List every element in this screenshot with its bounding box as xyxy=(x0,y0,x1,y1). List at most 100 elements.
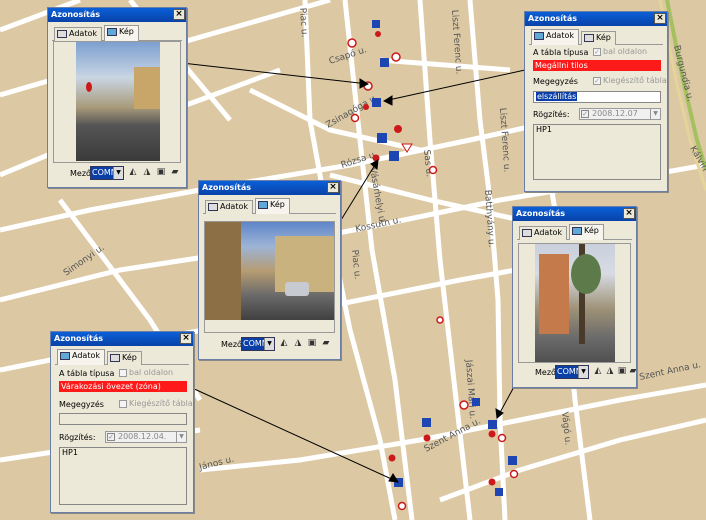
close-button[interactable]: × xyxy=(623,208,635,219)
left-side-checkbox[interactable]: ✓ bal oldalon xyxy=(593,47,647,56)
sign-prohibition-3[interactable] xyxy=(428,165,438,175)
tab-kep[interactable]: Kép xyxy=(569,224,604,240)
close-button[interactable]: × xyxy=(654,13,666,24)
tab-kep[interactable]: Kép xyxy=(107,351,142,365)
sign-parking-4[interactable] xyxy=(508,456,517,465)
tab-adatok[interactable]: Adatok xyxy=(531,29,579,45)
tab-label: Kép xyxy=(119,27,134,36)
sign-no-entry[interactable] xyxy=(394,125,402,133)
identification-window-data-2[interactable]: Azonosítás × Adatok Kép A tábla típusa b… xyxy=(50,331,194,513)
sign-stop[interactable] xyxy=(375,31,381,37)
folder-icon[interactable]: ▰ xyxy=(170,167,180,178)
sign-no-parking[interactable] xyxy=(391,52,401,62)
rotate-left-icon[interactable]: ◭ xyxy=(593,366,603,377)
tab-bar: Adatok Kép xyxy=(529,29,663,45)
sign-red-3[interactable] xyxy=(423,434,431,442)
supplementary-sign-checkbox[interactable]: Kiegészítő tábla xyxy=(119,399,193,408)
close-button[interactable]: × xyxy=(327,182,339,193)
sign-parking-3[interactable] xyxy=(488,420,497,429)
camera-icon[interactable]: ▣ xyxy=(617,366,627,377)
tab-kep[interactable]: Kép xyxy=(581,31,616,45)
window-titlebar[interactable]: Azonosítás × xyxy=(48,8,186,22)
close-button[interactable]: × xyxy=(180,333,192,344)
code-value: HP1 xyxy=(62,448,78,457)
tab-adatok[interactable]: Adatok xyxy=(54,27,102,41)
sign-prohibition-8[interactable] xyxy=(436,316,444,324)
camera-icon[interactable]: ▣ xyxy=(307,338,317,349)
sign-parking-2[interactable] xyxy=(389,151,399,161)
tab-kep[interactable]: Kép xyxy=(104,25,139,41)
sign-prohibition-5[interactable] xyxy=(497,433,507,443)
sign-info[interactable] xyxy=(372,20,380,28)
image-panel xyxy=(204,221,335,333)
tab-bar: Adatok Kép xyxy=(517,224,632,240)
tab-label: Kép xyxy=(122,353,137,362)
checkbox-icon: ✓ xyxy=(593,47,601,56)
note-field[interactable]: elszállítás xyxy=(533,91,661,103)
tab-bar: Adatok Kép xyxy=(55,349,189,365)
tab-label: Adatok xyxy=(546,31,574,40)
rotate-right-icon[interactable]: ◮ xyxy=(293,338,303,349)
checkbox-icon xyxy=(119,399,127,408)
code-value: HP1 xyxy=(536,125,552,134)
chevron-down-icon[interactable]: ▼ xyxy=(176,432,186,442)
tab-adatok[interactable]: Adatok xyxy=(205,200,253,214)
sign-prohibition-2[interactable] xyxy=(350,113,360,123)
mezo-value: COMN xyxy=(242,338,268,350)
chevron-down-icon[interactable]: ▼ xyxy=(578,366,588,378)
code-field[interactable]: HP1 xyxy=(59,447,187,505)
chevron-down-icon[interactable]: ▼ xyxy=(264,338,274,350)
sign-info-3[interactable] xyxy=(495,488,503,496)
code-field[interactable]: HP1 xyxy=(533,124,661,180)
tab-adatok[interactable]: Adatok xyxy=(519,226,567,240)
mezo-value: COMN xyxy=(91,167,117,179)
recorded-label: Rögzítés: xyxy=(59,433,96,442)
left-side-checkbox[interactable]: bal oldalon xyxy=(119,368,173,377)
window-titlebar[interactable]: Azonosítás × xyxy=(525,12,667,26)
window-titlebar[interactable]: Azonosítás × xyxy=(199,181,340,195)
mezo-select[interactable]: COMN ▼ xyxy=(241,337,275,351)
mezo-select[interactable]: COMN ▼ xyxy=(90,166,124,180)
sign-red-6[interactable] xyxy=(388,454,396,462)
tab-adatok[interactable]: Adatok xyxy=(57,349,105,365)
identification-window-photo-1[interactable]: Azonosítás × Adatok Kép Mező COMN ▼ ◭ ◮ ▣… xyxy=(47,7,187,188)
sign-red[interactable] xyxy=(363,104,369,110)
sign-direction[interactable] xyxy=(380,58,389,67)
identification-window-photo-2[interactable]: Azonosítás × Adatok Kép Mező COMN ▼ ◭ ◮ ▣… xyxy=(198,180,341,360)
note-value: elszállítás xyxy=(536,92,578,101)
rotate-left-icon[interactable]: ◭ xyxy=(279,338,289,349)
mezo-select[interactable]: COMN ▼ xyxy=(555,365,589,379)
sign-direction-3[interactable] xyxy=(422,418,431,427)
camera-icon[interactable]: ▣ xyxy=(156,167,166,178)
chevron-down-icon[interactable]: ▼ xyxy=(113,167,123,179)
note-field[interactable] xyxy=(59,413,187,425)
sign-type-value[interactable]: Várakozási övezet (zóna) xyxy=(59,381,187,392)
sign-red-4[interactable] xyxy=(488,430,496,438)
recorded-date-picker[interactable]: ✓ 2008.12.07 ▼ xyxy=(579,108,661,120)
chevron-down-icon[interactable]: ▼ xyxy=(650,109,660,119)
sign-direction-2[interactable] xyxy=(372,98,381,107)
sign-prohibition-4[interactable] xyxy=(459,400,469,410)
tab-kep[interactable]: Kép xyxy=(255,198,290,214)
folder-icon[interactable]: ▰ xyxy=(321,338,331,349)
rotate-right-icon[interactable]: ◮ xyxy=(142,167,152,178)
rotate-left-icon[interactable]: ◭ xyxy=(128,167,138,178)
sign-prohibition-7[interactable] xyxy=(397,501,407,511)
window-titlebar[interactable]: Azonosítás × xyxy=(51,332,193,346)
identification-window-photo-3[interactable]: Azonosítás × Adatok Kép Mező COMN ▼ ◭ ◮ ▣… xyxy=(512,206,637,388)
sign-prohibition-6[interactable] xyxy=(509,469,519,479)
folder-icon[interactable]: ▰ xyxy=(628,366,638,377)
window-titlebar[interactable]: Azonosítás × xyxy=(513,207,636,221)
sign-prohibition[interactable] xyxy=(347,38,357,48)
left-side-label: bal oldalon xyxy=(129,368,174,377)
sign-red-5[interactable] xyxy=(488,478,496,486)
sign-info-2[interactable] xyxy=(472,398,480,406)
sign-parking[interactable] xyxy=(377,133,387,143)
rotate-right-icon[interactable]: ◮ xyxy=(605,366,615,377)
supplementary-sign-checkbox[interactable]: ✓ Kiegészítő tábla xyxy=(593,76,667,85)
sign-type-value[interactable]: Megállni tilos xyxy=(533,60,661,71)
street-photo xyxy=(205,222,334,320)
close-button[interactable]: × xyxy=(173,9,185,20)
recorded-date-picker[interactable]: ✓ 2008.12.04. ▼ xyxy=(105,431,187,443)
identification-window-data-1[interactable]: Azonosítás × Adatok Kép A tábla típusa ✓… xyxy=(524,11,668,192)
